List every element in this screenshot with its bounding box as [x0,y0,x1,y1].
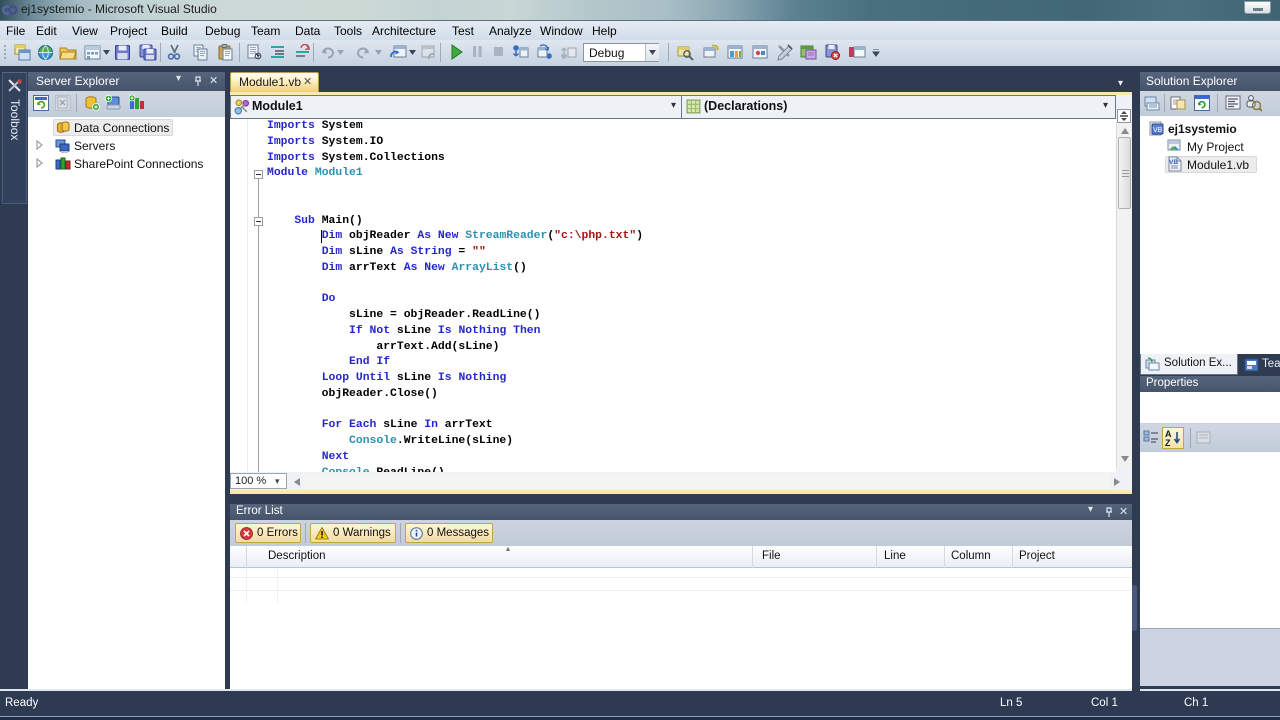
svg-text:VB: VB [1153,127,1163,134]
svg-text:VB: VB [1169,159,1178,166]
svg-text:Z: Z [1165,438,1171,448]
